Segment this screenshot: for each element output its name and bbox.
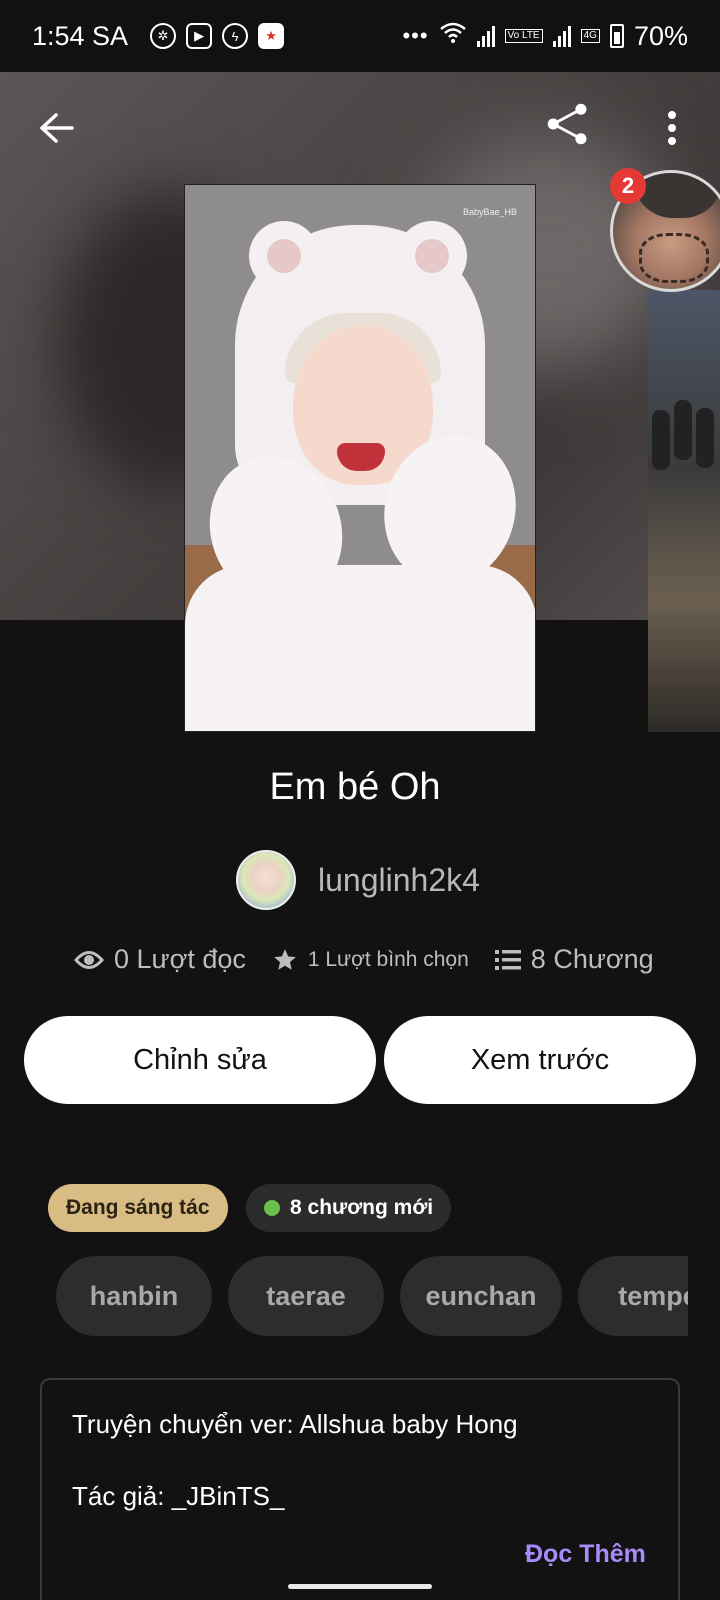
volte-icon: Vo LTE — [504, 29, 543, 43]
votes-count: 1 Lượt bình chọn — [307, 947, 469, 971]
tag-chip[interactable]: tempe — [578, 1256, 688, 1336]
back-button[interactable] — [32, 104, 80, 152]
tag-chip[interactable]: hanbin — [56, 1256, 212, 1336]
star-icon — [274, 948, 296, 970]
reads-stat: 0 Lượt đọc — [74, 944, 246, 975]
share-icon — [547, 103, 587, 145]
share-button[interactable] — [544, 100, 592, 148]
notification-app-icon: ▶ — [186, 23, 213, 49]
edit-button[interactable]: Chỉnh sửa — [24, 1016, 376, 1104]
notification-app-icon: ✲ — [150, 23, 177, 49]
battery-icon — [609, 24, 624, 48]
tag-list: hanbin taerae eunchan tempe — [56, 1256, 688, 1336]
tag-chip[interactable]: taerae — [228, 1256, 384, 1336]
status-indicators: ••• Vo LTE 4G 70% — [402, 21, 688, 52]
more-options-button[interactable] — [648, 104, 696, 152]
description-line: Tác giả: _JBinTS_ — [72, 1481, 285, 1511]
story-status-chip: Đang sáng tác — [48, 1184, 228, 1232]
chapters-count: 8 Chương — [530, 944, 654, 974]
description-line: Truyện chuyển ver: Allshua baby Hong — [72, 1409, 518, 1439]
reads-count: 0 Lượt đọc — [114, 944, 246, 974]
read-more-link[interactable]: Đọc Thêm — [525, 1540, 646, 1569]
votes-stat: 1 Lượt bình chọn — [272, 947, 469, 973]
new-chapters-chip: 8 chương mới — [246, 1184, 452, 1232]
next-story-cover[interactable] — [648, 290, 720, 732]
status-app-icons: ✲ ▶ ϟ ★ — [150, 23, 285, 49]
signal-icon — [476, 25, 495, 47]
author-row[interactable]: lunglinh2k4 — [236, 850, 480, 910]
story-stats: 0 Lượt đọc 1 Lượt bình chọn 8 Chương — [74, 944, 654, 975]
status-bar: 1:54 SA ✲ ▶ ϟ ★ ••• Vo LTE 4G 70% — [0, 0, 720, 72]
network-type-icon: 4G — [580, 29, 600, 43]
preview-button[interactable]: Xem trước — [384, 1016, 696, 1104]
tag-chip[interactable]: eunchan — [400, 1256, 562, 1336]
wifi-icon — [439, 21, 467, 52]
status-time: 1:54 SA — [32, 20, 129, 51]
list-icon — [494, 949, 521, 970]
author-avatar[interactable] — [236, 850, 296, 910]
author-name[interactable]: lunglinh2k4 — [318, 862, 480, 899]
story-cover-image: BabyBae_HB — [184, 184, 536, 732]
messenger-icon: ϟ — [222, 23, 249, 49]
notification-app-icon: ★ — [258, 23, 285, 49]
eye-icon — [74, 950, 104, 969]
story-title: Em bé Oh — [269, 766, 441, 808]
new-chapters-label: 8 chương mới — [290, 1196, 434, 1219]
arrow-left-icon — [40, 113, 74, 143]
cover-watermark: BabyBae_HB — [462, 207, 517, 217]
battery-percent: 70% — [633, 20, 688, 51]
chapters-stat: 8 Chương — [494, 944, 654, 975]
notification-badge: 2 — [610, 168, 646, 204]
new-indicator-dot — [264, 1200, 280, 1216]
more-notifications-icon: ••• — [402, 23, 429, 48]
home-indicator[interactable] — [288, 1584, 432, 1589]
signal-icon — [552, 25, 571, 47]
more-vertical-icon — [668, 111, 676, 145]
